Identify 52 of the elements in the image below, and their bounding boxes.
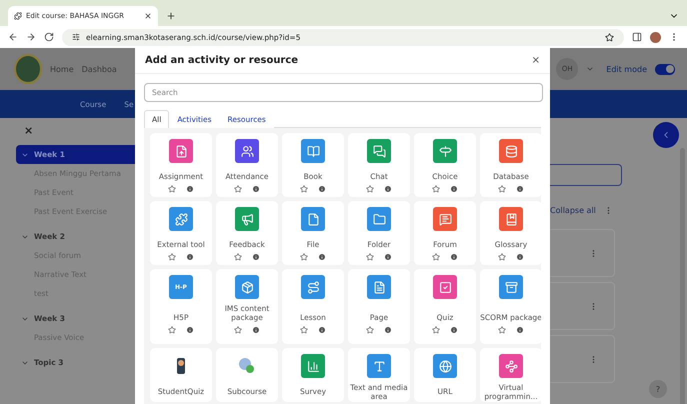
collapse-all-link[interactable]: Collapse all	[550, 206, 596, 215]
back-icon[interactable]	[8, 32, 18, 42]
star-icon[interactable]	[432, 253, 440, 261]
edit-mode-toggle[interactable]	[655, 64, 675, 74]
drawer-toggle-button[interactable]	[653, 122, 679, 148]
info-icon[interactable]	[450, 185, 458, 193]
close-drawer-button[interactable]: ×	[24, 124, 135, 137]
star-icon[interactable]	[168, 185, 176, 193]
new-tab-icon[interactable]	[166, 11, 176, 21]
star-icon[interactable]	[366, 253, 374, 261]
info-icon[interactable]	[252, 185, 260, 193]
close-icon[interactable]	[144, 12, 152, 20]
star-icon[interactable]	[432, 326, 440, 334]
forward-icon[interactable]	[26, 32, 36, 42]
star-icon[interactable]	[234, 326, 242, 334]
info-icon[interactable]	[516, 253, 524, 261]
star-icon[interactable]	[498, 253, 506, 261]
info-icon[interactable]	[516, 185, 524, 193]
star-icon[interactable]	[432, 185, 440, 193]
star-icon[interactable]	[234, 253, 242, 261]
star-icon[interactable]	[366, 326, 374, 334]
info-icon[interactable]	[384, 185, 392, 193]
info-icon[interactable]	[318, 185, 326, 193]
info-icon[interactable]	[450, 253, 458, 261]
edit-mode-label: Edit mode	[606, 64, 647, 74]
reload-icon[interactable]	[44, 32, 54, 42]
info-icon[interactable]	[318, 253, 326, 261]
star-icon[interactable]	[234, 185, 242, 193]
info-icon[interactable]	[252, 253, 260, 261]
star-icon[interactable]	[498, 326, 506, 334]
info-icon[interactable]	[186, 185, 194, 193]
star-icon[interactable]	[168, 326, 176, 334]
star-icon[interactable]	[300, 185, 308, 193]
dialog-title: Add an activity or resource	[145, 55, 298, 66]
info-icon[interactable]	[186, 253, 194, 261]
info-icon[interactable]	[384, 326, 392, 334]
star-icon[interactable]	[168, 253, 176, 261]
info-icon[interactable]	[384, 253, 392, 261]
star-icon[interactable]	[300, 326, 308, 334]
info-icon[interactable]	[450, 326, 458, 334]
close-button[interactable]: ×	[532, 55, 540, 66]
info-icon[interactable]	[318, 326, 326, 334]
info-icon[interactable]	[186, 326, 194, 334]
star-icon[interactable]	[498, 185, 506, 193]
profile-icon[interactable]	[650, 32, 661, 42]
info-icon[interactable]	[252, 326, 260, 334]
panel-icon[interactable]	[632, 32, 642, 42]
site-icon	[14, 12, 22, 20]
star-icon[interactable]	[366, 185, 374, 193]
info-icon[interactable]	[516, 326, 524, 334]
caret-icon[interactable]	[586, 65, 594, 73]
star-icon[interactable]	[300, 253, 308, 261]
